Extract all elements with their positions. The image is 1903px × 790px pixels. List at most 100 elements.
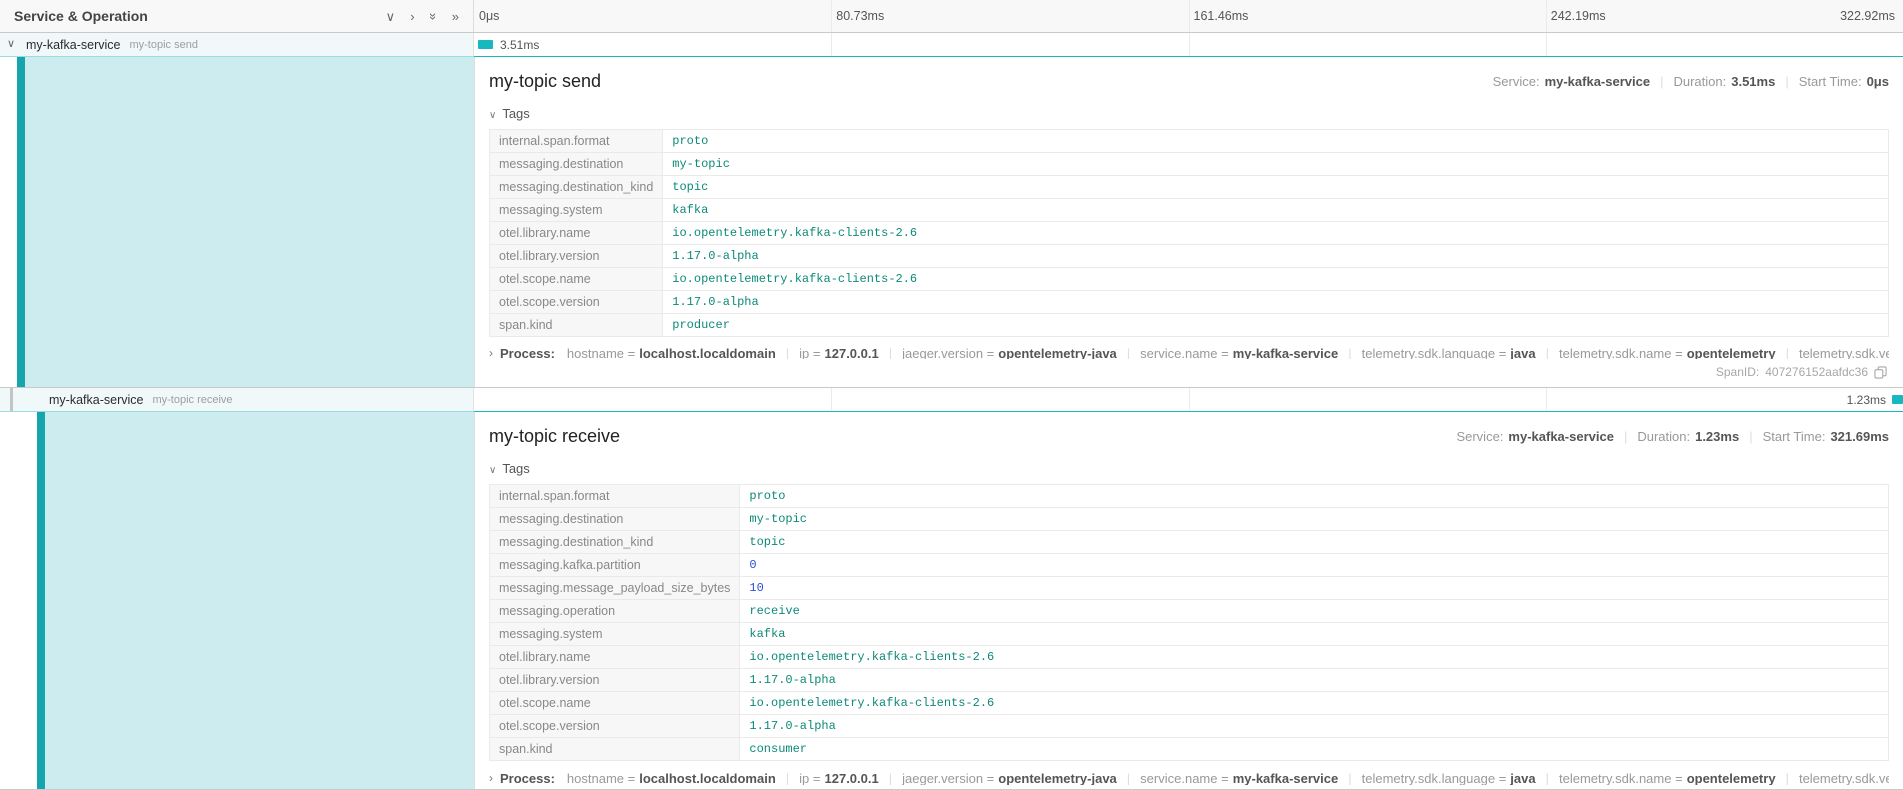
tags-accordian-header[interactable]: ∨Tags — [489, 106, 1889, 121]
chevron-down-icon[interactable]: ∨ — [386, 10, 396, 23]
tag-row: span.kind producer — [490, 314, 1889, 337]
overview-item: Duration: 1.23ms — [1614, 429, 1739, 444]
overview-label: Service: — [1456, 429, 1503, 444]
tag-value: producer — [663, 314, 1889, 337]
tick-label: 322.92ms — [1840, 9, 1895, 23]
double-chevron-right-icon[interactable]: » — [452, 10, 459, 23]
span-duration-bar[interactable] — [1892, 395, 1903, 404]
tag-value: 1.17.0-alpha — [663, 291, 1889, 314]
timeline-header-row: Service & Operation ∨ › » » 0μs 80.73ms … — [0, 0, 1903, 33]
span-timeline-cell[interactable]: 3.51ms — [474, 33, 1903, 56]
process-key: service.name — [1140, 347, 1229, 359]
overview-value: 321.69ms — [1830, 429, 1889, 444]
span-tree-guide — [10, 388, 13, 411]
tag-key: otel.library.name — [490, 646, 740, 669]
tag-row: messaging.destination my-topic — [490, 508, 1889, 531]
tick-label: 0μs — [479, 9, 499, 23]
span-name-cell[interactable]: ∨ my-kafka-service my-topic send — [0, 33, 474, 56]
tag-row: internal.span.format proto — [490, 130, 1889, 153]
timeline-ruler[interactable]: 0μs 80.73ms 161.46ms 242.19ms 322.92ms — [474, 0, 1903, 32]
overview-value: 1.23ms — [1695, 429, 1739, 444]
collapse-children-icon[interactable]: ∨ — [7, 37, 15, 50]
process-item: jaeger.versionopentelemetry-java — [879, 347, 1117, 359]
tag-key: messaging.destination_kind — [490, 176, 663, 199]
overview-value: my-kafka-service — [1545, 74, 1651, 89]
service-color-stripe — [17, 57, 25, 387]
process-item: telemetry.sdk.languagejava — [1338, 771, 1535, 785]
process-key: ip — [799, 771, 820, 785]
tag-key: otel.scope.version — [490, 291, 663, 314]
tag-value: io.opentelemetry.kafka-clients-2.6 — [663, 268, 1889, 291]
chevron-right-icon: › — [489, 347, 493, 359]
tag-row: otel.library.version 1.17.0-alpha — [490, 245, 1889, 268]
tag-value: 10 — [740, 577, 1889, 600]
tag-row: otel.scope.name io.opentelemetry.kafka-c… — [490, 692, 1889, 715]
tag-key: span.kind — [490, 314, 663, 337]
double-chevron-down-icon[interactable]: » — [427, 12, 440, 19]
span-name-cell[interactable]: my-kafka-service my-topic receive — [0, 388, 474, 411]
tag-row: otel.library.version 1.17.0-alpha — [490, 669, 1889, 692]
span-detail-title: my-topic send — [489, 71, 601, 92]
span-detail-panel-send: my-topic send Service: my-kafka-service D… — [474, 57, 1903, 387]
span-overview: Service: my-kafka-service Duration:3.51ms… — [1493, 74, 1889, 89]
process-accordian-header[interactable]: › Process: hostnamelocalhost.localdomain… — [489, 771, 1889, 785]
overview-label: Duration: — [1637, 429, 1690, 444]
span-row-send[interactable]: ∨ my-kafka-service my-topic send 3.51ms — [0, 33, 1903, 57]
detail-indent[interactable] — [0, 412, 474, 789]
chevron-right-icon[interactable]: › — [410, 10, 414, 23]
timeline-gridline — [831, 388, 832, 411]
tag-key: messaging.operation — [490, 600, 740, 623]
process-item: service.namemy-kafka-service — [1117, 771, 1338, 785]
detail-indent[interactable] — [0, 57, 474, 387]
process-value: java — [1510, 347, 1535, 359]
tag-value: kafka — [740, 623, 1889, 646]
process-accordian-header[interactable]: › Process: hostnamelocalhost.localdomain… — [489, 347, 1889, 359]
process-value: java — [1510, 771, 1535, 785]
overview-item: Duration:3.51ms — [1650, 74, 1775, 89]
span-id-value: 407276152aafdc36 — [1765, 365, 1868, 379]
span-timeline-cell[interactable]: 1.23ms — [474, 388, 1903, 411]
overview-item: Start Time:321.69ms — [1739, 429, 1889, 444]
process-item: telemetry.sdk.nameopentelemetry — [1536, 771, 1776, 785]
tag-value: io.opentelemetry.kafka-clients-2.6 — [740, 692, 1889, 715]
copy-span-id-icon[interactable] — [1874, 366, 1887, 379]
process-value: my-kafka-service — [1233, 771, 1339, 785]
span-row-receive[interactable]: my-kafka-service my-topic receive 1.23ms — [0, 388, 1903, 412]
tag-value: 1.17.0-alpha — [663, 245, 1889, 268]
overview-label: Service: — [1493, 74, 1540, 89]
tag-key: otel.scope.name — [490, 692, 740, 715]
overview-value: 3.51ms — [1731, 74, 1775, 89]
overview-item: Service: my-kafka-service — [1493, 74, 1651, 89]
tag-value: my-topic — [740, 508, 1889, 531]
selected-span-fill — [25, 57, 474, 387]
process-label: Process: — [500, 347, 555, 359]
span-detail-panel-receive: my-topic receive Service:my-kafka-servic… — [474, 412, 1903, 789]
process-item: telemetry.sdk.version1.17.0 — [1776, 347, 1889, 359]
tags-table: internal.span.format proto messaging.des… — [489, 129, 1889, 337]
span-id-row: SpanID: 407276152aafdc36 — [489, 359, 1889, 383]
tag-key: messaging.system — [490, 623, 740, 646]
process-key: telemetry.sdk.language — [1362, 347, 1507, 359]
chevron-down-icon: ∨ — [489, 465, 496, 476]
tags-accordian-header[interactable]: ∨Tags — [489, 461, 1889, 476]
expand-collapse-controls: ∨ › » » — [386, 10, 459, 23]
tag-row: messaging.message_payload_size_bytes 10 — [490, 577, 1889, 600]
process-value: opentelemetry-java — [998, 347, 1117, 359]
tag-key: otel.library.name — [490, 222, 663, 245]
span-overview: Service:my-kafka-service Duration: 1.23ms… — [1456, 429, 1889, 444]
tag-key: otel.library.version — [490, 245, 663, 268]
tag-value: 1.17.0-alpha — [740, 669, 1889, 692]
tag-value: topic — [663, 176, 1889, 199]
tag-value: 0 — [740, 554, 1889, 577]
process-key: telemetry.sdk.name — [1559, 347, 1683, 359]
tag-row: otel.library.name io.opentelemetry.kafka… — [490, 222, 1889, 245]
overview-item: Start Time:0μs — [1775, 74, 1889, 89]
selected-span-fill — [45, 412, 474, 789]
span-duration-bar[interactable] — [478, 40, 493, 49]
tag-row: otel.scope.version 1.17.0-alpha — [490, 715, 1889, 738]
overview-item: Service:my-kafka-service — [1456, 429, 1614, 444]
tag-key: messaging.kafka.partition — [490, 554, 740, 577]
span-operation-name: my-topic receive — [152, 394, 232, 406]
tag-key: internal.span.format — [490, 130, 663, 153]
tag-row: messaging.destination_kind topic — [490, 531, 1889, 554]
